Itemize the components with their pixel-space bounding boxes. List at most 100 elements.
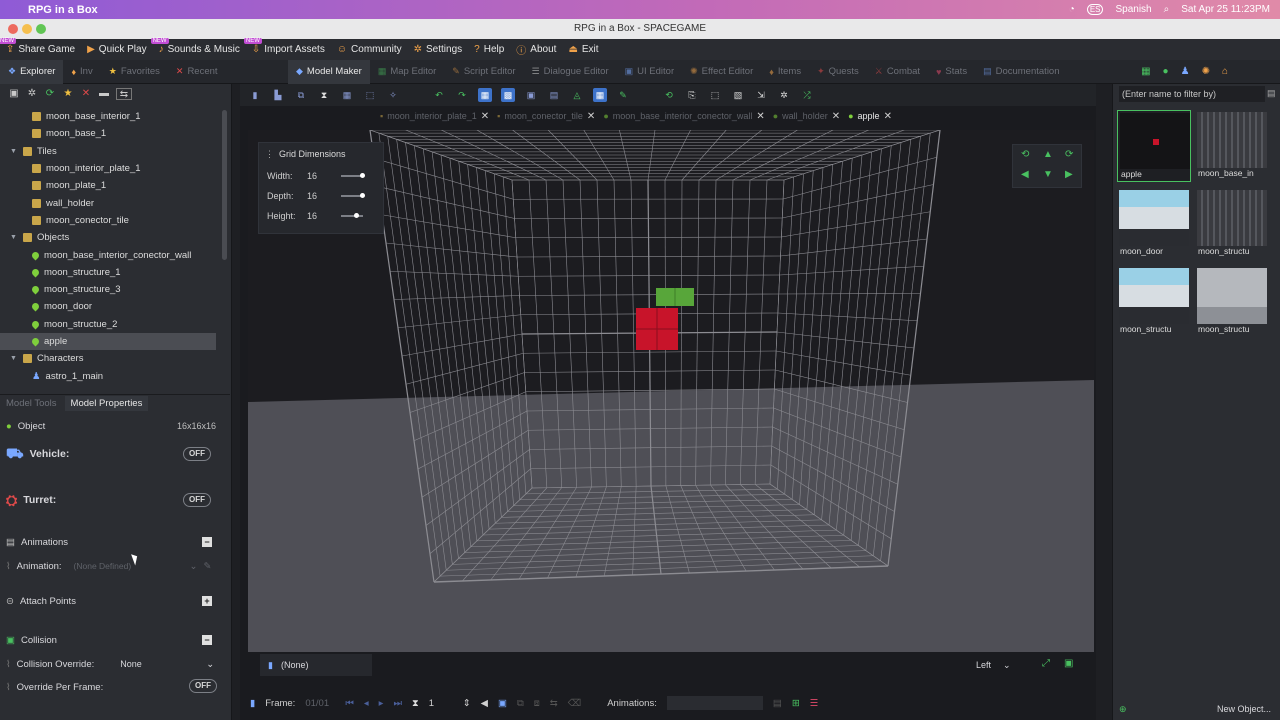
crop-icon[interactable]: ⬚	[708, 88, 722, 102]
minimize-window-icon[interactable]	[22, 24, 32, 34]
tree-item[interactable]: moon_structure_3	[0, 281, 230, 298]
depth-slider[interactable]	[341, 193, 366, 198]
tree-item[interactable]: moon_conector_tile	[0, 212, 230, 229]
search-icon[interactable]: ⌕	[1164, 4, 1170, 15]
editor-tab-ui-editor[interactable]: ▣ UI Editor	[617, 60, 682, 84]
tree-item[interactable]: apple	[0, 332, 216, 351]
grid-dimensions-handle-icon[interactable]: ⋮	[265, 149, 274, 160]
animations-section-header[interactable]: ▤ Animations −	[6, 532, 216, 552]
editor-tab-effect-editor[interactable]: ✺ Effect Editor	[682, 60, 761, 84]
menu-item-sounds-music[interactable]: NEW ♪ Sounds & Music	[150, 38, 240, 55]
model-settings-icon[interactable]: ✲	[777, 88, 791, 102]
menu-item-help[interactable]: ? Help	[474, 44, 504, 55]
asset-thumbnail[interactable]: apple	[1117, 110, 1191, 182]
remove-animation-icon[interactable]: ☰	[810, 698, 819, 709]
cube-view-icon[interactable]: ▣	[524, 88, 538, 102]
zoom-window-icon[interactable]	[36, 24, 46, 34]
editor-tab-model-maker[interactable]: ◆ Model Maker	[288, 59, 370, 84]
rotate-right-icon[interactable]: ⟳	[1065, 149, 1073, 160]
menu-item-community[interactable]: ☺ Community	[337, 44, 402, 55]
app-name[interactable]: RPG in a Box	[28, 4, 98, 16]
close-tab-icon[interactable]: ✕	[884, 111, 892, 122]
collision-override-select[interactable]: None	[120, 659, 200, 669]
collapse-animations-button[interactable]: −	[202, 537, 212, 547]
asset-thumbnail[interactable]: moon_structu	[1195, 188, 1269, 260]
new-model-icon[interactable]: ▮	[248, 88, 262, 102]
undo-icon[interactable]: ↶	[432, 88, 446, 102]
tree-folder[interactable]: ▼ Objects	[0, 229, 230, 246]
export-icon[interactable]: ⇲	[754, 88, 768, 102]
doc-tab[interactable]: ● apple ✕	[848, 111, 892, 122]
model-viewport[interactable]: ▮ ▙ ⧉ ⧗ ▦ ⬚ ✧ ↶ ↷ ▦ ▩ ▣ ▤ ◬ ▦ ✎ ⟲ ⎘ ⬚ ▧ …	[240, 84, 1096, 720]
edit-animation-icon[interactable]: ✎	[204, 561, 212, 572]
menu-item-share-game[interactable]: NEW ⇪ Share Game	[0, 38, 75, 55]
asset-thumbnail[interactable]: moon_structu	[1117, 266, 1191, 338]
menu-item-settings[interactable]: ✲ Settings	[414, 44, 463, 55]
grid-floor-icon[interactable]: ▩	[501, 88, 515, 102]
doc-tab[interactable]: ▪ moon_conector_tile ✕	[497, 111, 595, 122]
fullscreen-icon[interactable]: ▣	[1064, 658, 1073, 669]
layer-selector[interactable]: ▮ (None)	[260, 654, 372, 676]
tab-inv[interactable]: ♦ Inv	[63, 60, 100, 84]
editor-tab-script-editor[interactable]: ✎ Script Editor	[444, 60, 523, 84]
close-tab-icon[interactable]: ✕	[587, 111, 595, 122]
add-folder-icon[interactable]: ▣	[8, 88, 20, 100]
grid-toggle-icon[interactable]: ▦	[478, 88, 492, 102]
close-window-icon[interactable]	[8, 24, 18, 34]
editor-tab-stats[interactable]: ♥ Stats	[928, 60, 975, 84]
expand-attach-points-button[interactable]: +	[202, 596, 212, 606]
rotate-icon[interactable]: ⟲	[662, 88, 676, 102]
mirror-icon[interactable]: ⎘	[685, 88, 699, 102]
save-model-icon[interactable]: ▙	[271, 88, 285, 102]
link-icon[interactable]: ⇆	[116, 88, 132, 100]
close-tab-icon[interactable]: ✕	[832, 111, 840, 122]
grid-view-icon[interactable]: ▦	[1141, 66, 1150, 77]
expand-arrow-icon[interactable]: ▼	[10, 355, 18, 362]
animations-select[interactable]	[666, 696, 763, 710]
view-select[interactable]: Left ⌄	[976, 656, 1024, 674]
width-slider[interactable]	[341, 173, 366, 178]
tree-item[interactable]: moon_structue_2	[0, 316, 230, 333]
tree-item[interactable]: moon_base_interior_conector_wall	[0, 246, 230, 263]
collision-dropdown-icon[interactable]: ⌄	[206, 659, 214, 670]
next-frame-icon[interactable]: ▸	[379, 698, 384, 709]
filter-settings-icon[interactable]: ▤	[1267, 88, 1276, 99]
doc-tab[interactable]: ● wall_holder ✕	[773, 111, 840, 122]
tree-folder[interactable]: ▼ Tiles	[0, 143, 230, 160]
editor-tab-map-editor[interactable]: ▦ Map Editor	[370, 60, 444, 84]
flip-icon[interactable]: ⧗	[317, 88, 331, 102]
move-frame-icon[interactable]: ⇆	[550, 698, 558, 709]
transform-icon[interactable]: ⬚	[363, 88, 377, 102]
turret-toggle[interactable]: OFF	[183, 493, 211, 507]
animation-edit-icon[interactable]: ▤	[773, 698, 782, 709]
shuffle-icon[interactable]: ⤮	[800, 88, 814, 102]
menu-item-exit[interactable]: ⏏ Exit	[568, 44, 598, 55]
new-object-button[interactable]: New Object...	[1217, 704, 1275, 714]
doc-tab[interactable]: ▪ moon_interior_plate_1 ✕	[380, 111, 489, 122]
input-source[interactable]: Spanish	[1115, 4, 1151, 15]
close-tab-icon[interactable]: ✕	[756, 111, 764, 122]
light-icon[interactable]: ◬	[570, 88, 584, 102]
animation-dropdown-icon[interactable]: ⌄	[190, 561, 198, 572]
tree-item[interactable]: moon_base_interior_1	[0, 108, 230, 125]
collapse-collision-button[interactable]: −	[202, 635, 212, 645]
character-filter-icon[interactable]: ♟	[1181, 66, 1190, 77]
refresh-icon[interactable]: ⟳	[44, 88, 56, 100]
doc-tab[interactable]: ● moon_base_interior_conector_wall ✕	[603, 111, 764, 122]
depth-value[interactable]: 16	[307, 191, 317, 201]
last-frame-icon[interactable]: ⏭	[393, 698, 402, 709]
tree-scrollbar[interactable]	[222, 110, 227, 260]
favorite-icon[interactable]: ★	[62, 88, 74, 100]
fit-view-icon[interactable]: ⤢	[1042, 658, 1050, 669]
rotate-left-icon[interactable]: ⟲	[1021, 149, 1029, 160]
datetime[interactable]: Sat Apr 25 11:23PM	[1181, 4, 1270, 15]
tree-item[interactable]: ♟ astro_1_main	[0, 367, 230, 384]
tab-model-tools[interactable]: Model Tools	[6, 398, 57, 409]
first-frame-icon[interactable]: ⏮	[345, 698, 354, 709]
wifi-icon[interactable]: ◔	[1069, 4, 1075, 15]
step-spinner-icon[interactable]: ⇕	[463, 698, 471, 709]
menu-item-quick-play[interactable]: ▶ Quick Play	[87, 44, 147, 55]
asset-thumbnail[interactable]: moon_door	[1117, 188, 1191, 260]
width-value[interactable]: 16	[307, 171, 317, 181]
frame-step-input[interactable]: 1	[429, 698, 453, 709]
